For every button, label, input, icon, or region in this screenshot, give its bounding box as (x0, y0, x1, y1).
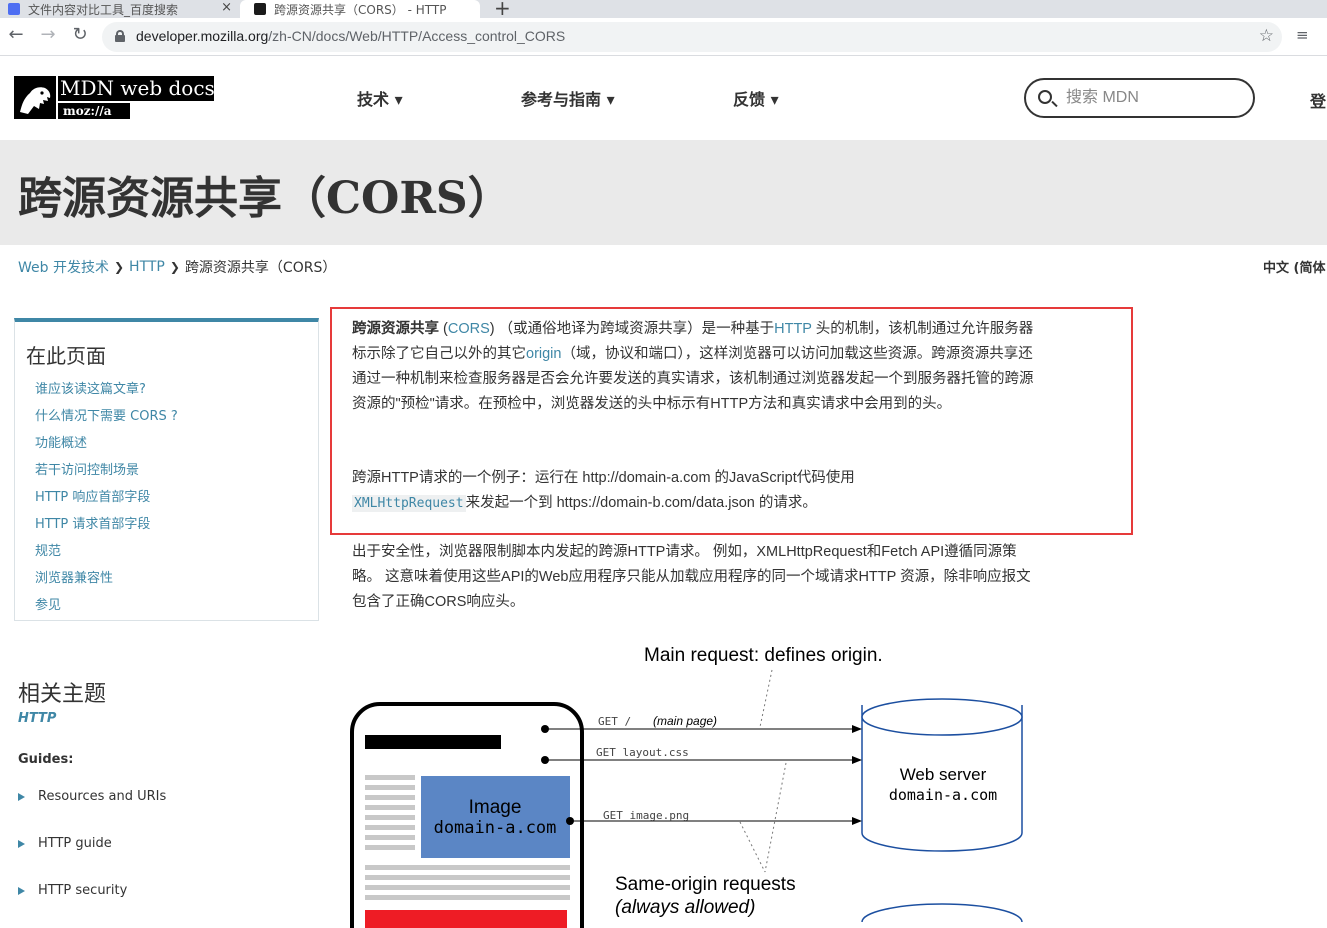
nav-feedback[interactable]: 反馈 ▾ (733, 86, 779, 110)
back-arrow-icon[interactable]: ← (4, 24, 28, 45)
same-origin-caption: Same-origin requests (615, 874, 796, 895)
browser-tab-active[interactable]: 跨源资源共享（CORS） - HTTP (240, 0, 480, 18)
same-origin-note: (always allowed) (615, 897, 755, 918)
lock-icon[interactable] (115, 30, 125, 42)
breadcrumb: Web 开发技术 ❯ HTTP ❯ 跨源资源共享（CORS） (18, 257, 336, 277)
table-of-contents: 在此页面 谁应该读这篇文章? 什么情况下需要 CORS ? 功能概述 若干访问控… (14, 318, 319, 621)
reload-icon[interactable]: ↻ (68, 24, 92, 45)
http-link[interactable]: HTTP (774, 321, 812, 337)
breadcrumb-current: 跨源资源共享（CORS） (184, 260, 337, 276)
security-paragraph: 出于安全性，浏览器限制脚本内发起的跨源HTTP请求。 例如，XMLHttpReq… (352, 544, 1031, 610)
guide-item[interactable]: Resources and URIs (18, 789, 166, 804)
red-box-shape (365, 910, 567, 928)
logo-wordmark: MDN web docs (58, 76, 215, 101)
toc-link[interactable]: 参见 (35, 594, 178, 621)
mdn-logo[interactable]: MDN web docs moz://a (14, 76, 215, 119)
toc-link[interactable]: 功能概述 (35, 432, 178, 459)
server-domain-label: domain-a.com (889, 786, 997, 804)
address-bar[interactable]: developer.mozilla.org/zh-CN/docs/Web/HTT… (102, 22, 1282, 52)
main-request-caption: Main request: defines origin. (644, 645, 883, 666)
bookmark-star-icon[interactable]: ☆ (1259, 26, 1274, 46)
browser-tab[interactable]: 文件内容对比工具_百度搜索 × (8, 0, 240, 18)
signin-link[interactable]: 登 (1310, 88, 1326, 112)
toc-link[interactable]: 规范 (35, 540, 178, 567)
toc-heading: 在此页面 (26, 344, 106, 368)
chevron-right-icon: ❯ (169, 260, 180, 274)
intro-paragraph: 跨源资源共享 (CORS) （或通俗地译为跨域资源共享）是一种基于HTTP 头的… (352, 321, 1034, 412)
request-note: (main page) (653, 714, 717, 728)
language-selector[interactable]: 中文 (简体 (1263, 257, 1325, 276)
triangle-right-icon (18, 839, 25, 848)
toc-list: 谁应该读这篇文章? 什么情况下需要 CORS ? 功能概述 若干访问控制场景 H… (35, 378, 178, 621)
origin-link[interactable]: origin (526, 346, 561, 362)
request-label: GET layout.css (596, 746, 689, 759)
forward-arrow-icon[interactable]: → (36, 24, 60, 45)
search-input[interactable] (1066, 86, 1236, 110)
toc-link[interactable]: HTTP 请求首部字段 (35, 513, 178, 540)
triangle-right-icon (18, 886, 25, 895)
image-label: Image (469, 797, 522, 818)
request-label: GET image.png (603, 809, 689, 822)
new-tab-button[interactable]: + (494, 0, 511, 20)
tab-title: 跨源资源共享（CORS） - HTTP (274, 2, 447, 17)
toc-link[interactable]: HTTP 响应首部字段 (35, 486, 178, 513)
guide-label: HTTP security (38, 883, 128, 898)
title-banner: 跨源资源共享（CORS） (0, 140, 1327, 245)
nav-references-guides[interactable]: 参考与指南 ▾ (521, 86, 615, 110)
guide-label: Resources and URIs (38, 789, 167, 804)
toc-link[interactable]: 若干访问控制场景 (35, 459, 178, 486)
baidu-favicon-icon (8, 3, 20, 15)
cors-link[interactable]: CORS (448, 321, 490, 337)
triangle-right-icon (18, 792, 25, 801)
chevron-right-icon: ❯ (113, 260, 125, 274)
guide-label: HTTP guide (38, 836, 112, 851)
toc-link[interactable]: 谁应该读这篇文章? (35, 378, 178, 405)
pointer-lines (739, 669, 787, 873)
dinosaur-icon (14, 76, 56, 119)
tab-title: 文件内容对比工具_百度搜索 (28, 2, 179, 17)
toc-link[interactable]: 什么情况下需要 CORS ? (35, 405, 178, 432)
guide-item[interactable]: HTTP guide (18, 836, 112, 851)
media-control-icon[interactable]: ≡ (1296, 26, 1309, 44)
breadcrumb-link[interactable]: Web 开发技术 (18, 257, 109, 277)
close-tab-icon[interactable]: × (221, 0, 232, 15)
logo-mozilla: moz://a (58, 103, 130, 119)
header-bar-shape (365, 735, 501, 749)
request-arrows (541, 725, 862, 825)
request-label: GET / (598, 715, 631, 728)
search-icon (1038, 90, 1052, 104)
guide-item[interactable]: HTTP security (18, 883, 127, 898)
browser-tab-bar: 文件内容对比工具_百度搜索 × 跨源资源共享（CORS） - HTTP + (0, 0, 1327, 20)
breadcrumb-link[interactable]: HTTP (129, 259, 165, 275)
image-domain-label: domain-a.com (434, 818, 557, 838)
term-bold: 跨源资源共享 (352, 321, 439, 337)
guides-label: Guides: (18, 752, 74, 767)
site-header: MDN web docs moz://a 技术 ▾ 参考与指南 ▾ 反馈 ▾ 登 (0, 57, 1327, 140)
browser-toolbar: ← → ↻ developer.mozilla.org/zh-CN/docs/W… (0, 18, 1327, 56)
related-topics-title: 相关主题 (18, 682, 107, 707)
mdn-favicon-icon (254, 3, 266, 15)
web-server-shape (861, 698, 1023, 923)
url-text[interactable]: developer.mozilla.org/zh-CN/docs/Web/HTT… (136, 28, 565, 44)
nav-technologies[interactable]: 技术 ▾ (357, 86, 403, 110)
cors-diagram: Image domain-a.com Web server domain-a.c… (340, 630, 1040, 928)
toc-link[interactable]: 浏览器兼容性 (35, 567, 178, 594)
related-topic-link[interactable]: HTTP (18, 711, 56, 726)
xhr-code-link[interactable]: XMLHttpRequest (352, 495, 466, 512)
search-box[interactable] (1024, 78, 1255, 118)
example-paragraph: 跨源HTTP请求的一个例子：运行在 http://domain-a.com 的J… (352, 470, 855, 512)
page-title: 跨源资源共享（CORS） (18, 173, 512, 224)
server-label: Web server (900, 765, 987, 784)
